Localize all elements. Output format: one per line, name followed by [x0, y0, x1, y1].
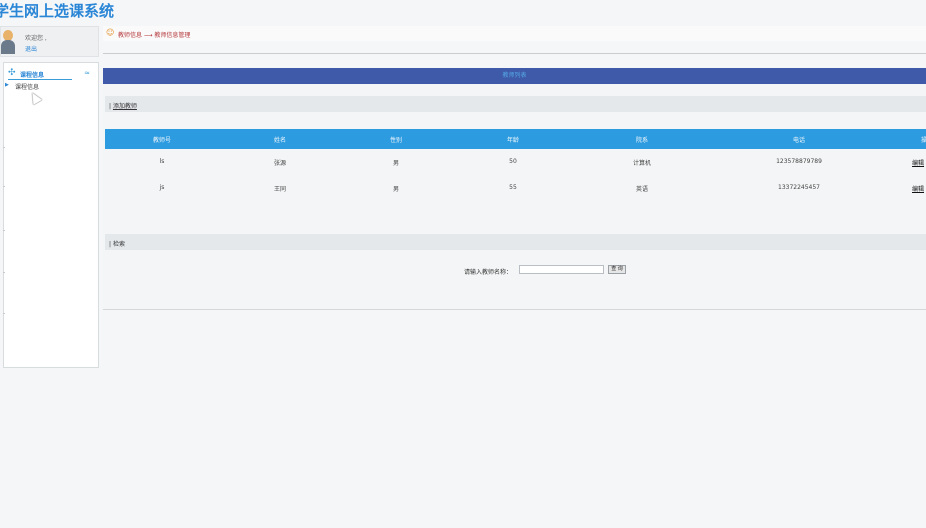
divider: [3, 186, 5, 187]
menu-divider: [8, 79, 72, 80]
column-header: 姓名: [273, 137, 286, 144]
table-cell: 男: [392, 186, 399, 193]
add-teacher-link[interactable]: 添加教师: [113, 103, 137, 110]
column-header: 电话: [792, 137, 805, 144]
column-header: 年龄: [506, 137, 519, 144]
triangle-right-icon: ▶: [5, 82, 9, 88]
collapse-chevron-icon[interactable]: ≈: [84, 69, 90, 77]
table-cell: js: [159, 184, 165, 191]
divider: [3, 230, 5, 231]
table-cell: ls: [159, 158, 165, 165]
search-button[interactable]: 查 询: [608, 265, 626, 274]
table-cell: 55: [509, 184, 517, 191]
add-section-label: | 添加教师: [109, 103, 137, 110]
divider: [3, 313, 5, 314]
search-label: 请输入教师名称：: [464, 269, 513, 276]
table-cell: 张源: [273, 160, 286, 167]
table-cell: 英语: [635, 186, 648, 193]
search-row: 请输入教师名称： 查 询: [103, 265, 926, 277]
avatar-body: [1, 40, 15, 54]
list-title: 教师列表: [103, 68, 926, 84]
welcome-text: 欢迎您 ,: [25, 35, 47, 42]
divider: [103, 53, 926, 54]
table-cell: 王同: [273, 186, 286, 193]
table-cell: 计算机: [632, 160, 651, 167]
sidebar: ✣ 课程信息 ≈ ▶ 课程信息: [3, 62, 99, 368]
search-section-title: 检索: [112, 241, 125, 248]
table-cell: 50: [509, 158, 517, 165]
main-panel: 教师列表 | 添加教师 教师号 姓名 性别 年龄 院系 电话 操 ls 张源 男…: [103, 68, 926, 310]
breadcrumb-text: 教师信息 ⟶ 教师信息管理: [118, 32, 191, 39]
breadcrumb: ☺ 教师信息 ⟶ 教师信息管理: [103, 26, 926, 41]
plus-icon: ✣: [8, 68, 16, 78]
divider: [3, 272, 5, 273]
teacher-name-input[interactable]: [519, 265, 604, 274]
table-cell: 男: [392, 160, 399, 167]
table-row: js 王同 男 55 英语 13372245457 编辑: [105, 176, 926, 200]
speech-bubble-icon: ☺: [106, 28, 115, 37]
avatar: [1, 30, 15, 54]
table-header: 教师号 姓名 性别 年龄 院系 电话 操: [105, 129, 926, 149]
sidebar-menu-title: 课程信息: [20, 72, 45, 79]
table-cell: 13372245457: [778, 184, 820, 191]
add-section-bar: | 添加教师: [105, 96, 926, 112]
logout-link[interactable]: 退出: [25, 44, 37, 53]
app-title: 学生网上选课系统: [0, 2, 115, 20]
search-section-bar: | 检索: [105, 234, 926, 250]
column-header: 操: [921, 137, 926, 144]
user-panel: 欢迎您 , 退出: [0, 26, 99, 57]
table-row: ls 张源 男 50 计算机 123578879789 编辑: [105, 150, 926, 174]
edit-link[interactable]: 编辑: [912, 158, 926, 167]
column-header: 教师号: [152, 137, 171, 144]
table-cell: 123578879789: [776, 158, 822, 165]
search-section-label: | 检索: [109, 241, 125, 248]
page: 学生网上选课系统 欢迎您 , 退出 ✣ 课程信息 ≈ ▶ 课程信息 ☺ 教师信息…: [0, 0, 926, 528]
edit-link[interactable]: 编辑: [912, 184, 926, 193]
sidebar-item-course-info[interactable]: ▶ 课程信息: [4, 81, 84, 91]
column-header: 性别: [389, 137, 402, 144]
column-header: 院系: [635, 137, 648, 144]
divider: [3, 147, 5, 148]
